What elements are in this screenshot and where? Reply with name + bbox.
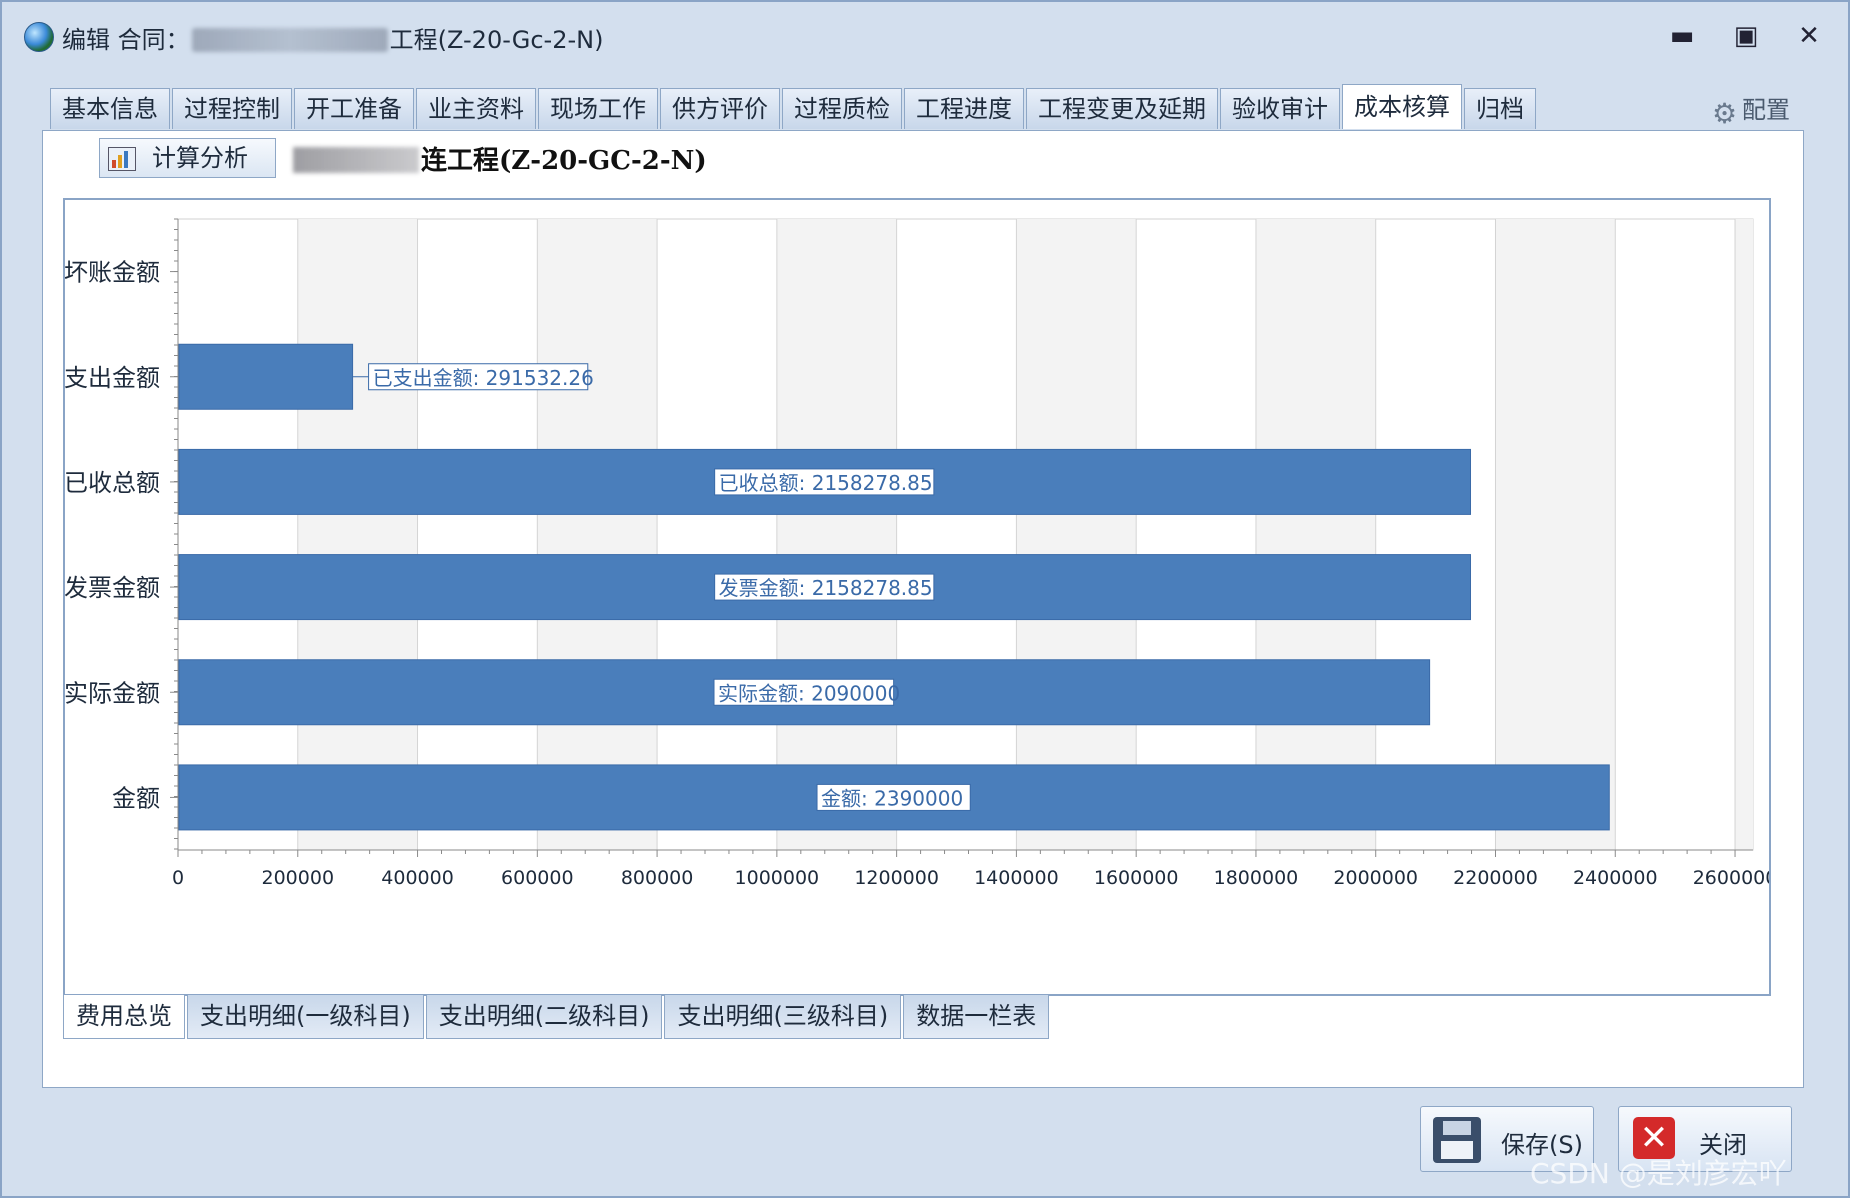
x-tick-label: 600000 [501, 867, 574, 889]
title-prefix: 编辑 合同： [62, 26, 190, 54]
y-tick-label: 实际金额 [65, 679, 160, 707]
calc-analysis-button[interactable]: 计算分析 [99, 138, 276, 178]
y-tick-label: 已收总额 [65, 469, 160, 497]
data-label: 已收总额: 2158278.85 [719, 471, 933, 495]
grid-band [537, 219, 658, 850]
redacted-text [191, 28, 388, 52]
maximize-button[interactable]: ▣ [1726, 20, 1766, 52]
cost-accounting-panel: 计算分析 连工程(Z-20-GC-2-N) 坏账金额已支出金额 已支出金额: 29… [42, 130, 1804, 1088]
project-title: 连工程(Z-20-GC-2-N) [293, 140, 707, 177]
data-label: 实际金额: 2090000 [718, 681, 900, 705]
tab-6[interactable]: 过程质检 [782, 88, 902, 129]
y-tick-label: 已支出金额 [65, 364, 160, 392]
main-tabs: 基本信息 过程控制 开工准备 业主资料 现场工作 供方评价 过程质检 工程进度 工程变更及延期验… [50, 84, 1538, 129]
minimize-button[interactable]: ▬ [1662, 20, 1702, 52]
y-tick-label: 发票金额 [65, 574, 160, 602]
tab-3[interactable]: 业主资料 [416, 88, 536, 129]
config-label: 配置 [1742, 96, 1790, 124]
close-window-button[interactable]: ✕ [1789, 20, 1829, 52]
tab-11[interactable]: 归档 [1464, 88, 1536, 129]
grid-band [1016, 219, 1137, 850]
tab-8[interactable]: 工程变更及延期 [1026, 88, 1218, 129]
x-tick-label: 1000000 [735, 867, 820, 889]
tab-0[interactable]: 基本信息 [50, 88, 170, 129]
grid-band [776, 219, 897, 850]
grid-band [1495, 219, 1616, 850]
bar-chart-svg: 坏账金额已支出金额 已支出金额: 291532.26 已收总额 已收总额: 21582… [65, 218, 1769, 889]
x-tick-label: 200000 [262, 867, 335, 889]
x-tick-label: 1800000 [1214, 867, 1299, 889]
floppy-disk-icon [1433, 1117, 1481, 1163]
tab-4[interactable]: 现场工作 [538, 88, 658, 129]
tab-5[interactable]: 供方评价 [660, 88, 780, 129]
x-tick-label: 2000000 [1333, 867, 1418, 889]
x-tick-label: 0 [172, 867, 184, 889]
watermark: CSDN @是刘彦宏吖 [1530, 1157, 1787, 1190]
x-tick-label: 2600000 [1693, 867, 1769, 889]
bottom-tab-2[interactable]: 支出明细(二级科目) [425, 995, 663, 1039]
config-button[interactable]: ⚙ 配置 [1712, 90, 1790, 130]
redacted-text [293, 147, 419, 173]
bottom-tab-0[interactable]: 费用总览 [63, 995, 185, 1039]
y-tick-label: 坏账金额 [65, 259, 160, 287]
grid-band [297, 219, 418, 850]
x-tick-label: 1400000 [974, 867, 1059, 889]
title-bar[interactable]: 编辑 合同： 工程(Z-20-Gc-2-N) ▬ ▣ ✕ [2, 2, 1848, 66]
data-label: 发票金额: 2158278.85 [719, 576, 933, 600]
x-tick-label: 800000 [621, 867, 694, 889]
data-label: 金额: 2390000 [821, 786, 963, 810]
data-label: 已支出金额: 291532.26 [373, 366, 594, 390]
bottom-tab-4[interactable]: 数据一栏表 [903, 995, 1050, 1039]
gear-icon: ⚙ [1712, 97, 1738, 130]
bar [178, 343, 354, 410]
grid-band [1735, 219, 1753, 850]
tab-2[interactable]: 开工准备 [294, 88, 414, 129]
tab-10[interactable]: 成本核算 [1342, 84, 1462, 129]
x-tick-label: 2200000 [1453, 867, 1538, 889]
bottom-tab-1[interactable]: 支出明细(一级科目) [187, 995, 424, 1039]
edit-contract-window: 编辑 合同： 工程(Z-20-Gc-2-N) ▬ ▣ ✕ 基本信息 过程控制 开工准备… [0, 0, 1850, 1198]
window-title: 编辑 合同： 工程(Z-20-Gc-2-N) [62, 20, 603, 55]
x-tick-label: 400000 [381, 867, 454, 889]
tab-9[interactable]: 验收审计 [1220, 88, 1340, 129]
tab-1[interactable]: 过程控制 [172, 88, 292, 129]
tab-7[interactable]: 工程进度 [904, 88, 1024, 129]
x-tick-label: 1600000 [1094, 867, 1179, 889]
bottom-tabs: 费用总览 支出明细(一级科目) 支出明细(二级科目) 支出明细(三级科目) 数据一栏表 [63, 995, 1051, 1039]
title-suffix: 工程(Z-20-Gc-2-N) [389, 26, 604, 54]
cost-overview-chart: 坏账金额已支出金额 已支出金额: 291532.26 已收总额 已收总额: 21582… [63, 198, 1771, 996]
x-tick-label: 1200000 [854, 867, 939, 889]
x-tick-label: 2400000 [1573, 867, 1658, 889]
bottom-tab-3[interactable]: 支出明细(三级科目) [664, 995, 902, 1039]
chart-calc-icon [108, 147, 136, 171]
globe-icon [24, 22, 54, 52]
y-tick-label: 金额 [112, 784, 160, 812]
calc-analysis-label: 计算分析 [152, 144, 248, 172]
grid-band [1255, 219, 1376, 850]
